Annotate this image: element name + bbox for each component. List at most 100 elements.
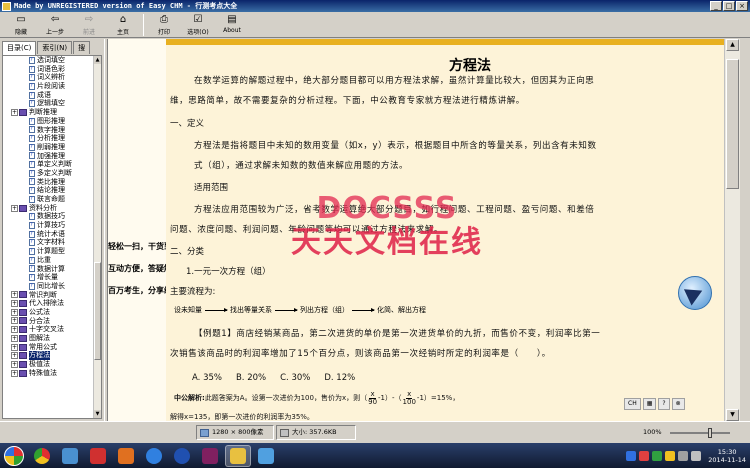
tree-item[interactable]: 削弱推理 bbox=[3, 143, 95, 152]
page-icon bbox=[29, 282, 35, 290]
ime-keyboard-icon[interactable]: ▦ bbox=[642, 398, 657, 410]
tree-item[interactable]: 片段阅读 bbox=[3, 82, 95, 91]
zoom-slider[interactable] bbox=[670, 428, 730, 438]
tree-item[interactable]: 数据技巧 bbox=[3, 212, 95, 221]
tray-icon[interactable] bbox=[626, 450, 637, 461]
expand-icon[interactable]: + bbox=[11, 369, 18, 377]
expand-icon[interactable]: + bbox=[11, 300, 18, 308]
taskbar-chrome[interactable] bbox=[29, 445, 55, 467]
volume-icon[interactable] bbox=[691, 450, 702, 461]
tree-item[interactable]: 计算题型 bbox=[3, 247, 95, 256]
tray-icon[interactable] bbox=[639, 450, 650, 461]
tree-item-label: 数据计算 bbox=[37, 264, 65, 273]
tree-item[interactable]: 选词填空 bbox=[3, 56, 95, 65]
taskbar-bird[interactable] bbox=[57, 445, 83, 467]
flow-step: 设未知量 bbox=[174, 306, 202, 314]
expand-icon[interactable]: + bbox=[11, 352, 18, 360]
tree-item[interactable]: 结论推理 bbox=[3, 186, 95, 195]
network-icon[interactable] bbox=[678, 450, 689, 461]
tab-index[interactable]: 索引(N) bbox=[37, 41, 73, 54]
tree-item[interactable]: 数字推理 bbox=[3, 125, 95, 135]
expand-icon[interactable]: + bbox=[11, 360, 18, 368]
tree-item[interactable]: 词义辨析 bbox=[3, 73, 95, 82]
scroll-down-arrow-icon[interactable]: ▼ bbox=[94, 410, 101, 418]
start-button[interactable] bbox=[0, 443, 28, 468]
scroll-down-arrow-icon[interactable]: ▼ bbox=[726, 409, 739, 421]
contents-tree: 选词填空词语色彩词义辨析片段阅读成语逻辑填空+判断推理图形推理数字推理分析推理削… bbox=[2, 55, 102, 419]
book-icon bbox=[19, 334, 27, 342]
tree-item[interactable]: 计算技巧 bbox=[3, 221, 95, 230]
tree-item[interactable]: 数据计算 bbox=[3, 264, 95, 274]
ime-lang-button[interactable]: CH bbox=[624, 398, 641, 410]
print-button[interactable]: ⎙ 打印 bbox=[147, 12, 181, 38]
back-button[interactable]: ⇦ 上一步 bbox=[38, 12, 72, 38]
expand-icon[interactable]: + bbox=[11, 204, 18, 212]
tree-item[interactable]: + 图解法 bbox=[3, 334, 95, 343]
archive-icon bbox=[202, 447, 218, 464]
tree-item[interactable]: 类比推理 bbox=[3, 177, 95, 187]
tree-item[interactable]: + 十字交叉法 bbox=[3, 325, 95, 334]
floating-bird-icon[interactable] bbox=[678, 276, 712, 310]
taskbar-chm[interactable] bbox=[225, 444, 251, 467]
book-icon bbox=[19, 326, 27, 334]
scroll-up-arrow-icon[interactable]: ▲ bbox=[94, 56, 101, 64]
maximize-button[interactable]: □ bbox=[723, 1, 735, 11]
tree-item[interactable]: 加强推理 bbox=[3, 151, 95, 161]
tree-item[interactable]: 同比增长 bbox=[3, 282, 95, 291]
tree-item-label: 常识判断 bbox=[29, 290, 57, 299]
expand-icon[interactable]: + bbox=[11, 108, 18, 116]
tree-item[interactable]: 逻辑填空 bbox=[3, 99, 95, 108]
taskbar-ie[interactable] bbox=[141, 445, 167, 467]
tab-contents[interactable]: 目录(C) bbox=[2, 41, 37, 55]
ime-options-icon[interactable]: ⊗ bbox=[671, 398, 685, 410]
taskbar-winrar[interactable] bbox=[197, 445, 223, 467]
section-heading: 一、定义 bbox=[170, 119, 205, 129]
options-button[interactable]: ☑ 选项(O) bbox=[181, 12, 215, 38]
tree-item[interactable]: 多定义判断 bbox=[3, 169, 95, 178]
tree-item-label: 图解法 bbox=[29, 334, 50, 342]
expand-icon[interactable]: + bbox=[11, 334, 18, 342]
tab-search[interactable]: 搜 bbox=[73, 41, 91, 54]
tree-item[interactable]: 文字材料 bbox=[3, 238, 95, 247]
tree-item[interactable]: 单定义判断 bbox=[3, 160, 95, 169]
clock[interactable]: 15:30 2014-11-14 bbox=[708, 448, 746, 464]
content-scroll-thumb[interactable] bbox=[726, 59, 739, 189]
home-button[interactable]: ⌂ 主页 bbox=[106, 12, 140, 38]
tree-item[interactable]: + 方程法 bbox=[3, 351, 95, 361]
option-d: D. 12% bbox=[324, 373, 356, 383]
tree-item[interactable]: + 判断推理 bbox=[3, 108, 95, 117]
zoom-slider-knob[interactable] bbox=[708, 428, 712, 438]
expand-icon[interactable]: + bbox=[11, 343, 18, 351]
taskbar-paint[interactable] bbox=[253, 445, 279, 467]
about-button[interactable]: ▤ About bbox=[215, 12, 249, 38]
expand-icon[interactable]: + bbox=[11, 291, 18, 299]
tree-item[interactable]: 联言命题 bbox=[3, 195, 95, 204]
tray-icon[interactable] bbox=[652, 450, 663, 461]
tree-scrollbar[interactable]: ▲ ▼ bbox=[93, 56, 101, 418]
tray-icon[interactable] bbox=[665, 450, 676, 461]
expand-icon[interactable]: + bbox=[11, 317, 18, 325]
tree-item[interactable]: + 极值法 bbox=[3, 360, 95, 369]
content-scrollbar[interactable]: ▲ ▼ bbox=[724, 39, 740, 421]
minimize-button[interactable]: _ bbox=[710, 1, 722, 11]
tree-item[interactable]: + 代入排除法 bbox=[3, 299, 95, 308]
forward-button[interactable]: ⇨ 前进 bbox=[72, 12, 106, 38]
expand-icon[interactable]: + bbox=[11, 326, 18, 334]
tree-item[interactable]: + 公式法 bbox=[3, 308, 95, 317]
tree-item[interactable]: 增长量 bbox=[3, 273, 95, 282]
tree-item[interactable]: + 分合法 bbox=[3, 317, 95, 326]
tree-item[interactable]: 比重 bbox=[3, 256, 95, 265]
taskbar-app[interactable] bbox=[113, 445, 139, 467]
scroll-up-arrow-icon[interactable]: ▲ bbox=[726, 39, 739, 51]
tree-item[interactable]: + 特殊值法 bbox=[3, 369, 95, 378]
hide-button[interactable]: ▭ 隐藏 bbox=[4, 12, 38, 38]
expand-icon[interactable]: + bbox=[11, 308, 18, 316]
taskbar-qq[interactable] bbox=[85, 445, 111, 467]
close-button[interactable]: × bbox=[736, 1, 748, 11]
tree-item[interactable]: + 常识判断 bbox=[3, 291, 95, 300]
taskbar-media[interactable] bbox=[169, 445, 195, 467]
tree-scroll-thumb[interactable] bbox=[94, 262, 101, 360]
tree-item[interactable]: 图形推理 bbox=[3, 117, 95, 126]
tree-item[interactable]: 分析推理 bbox=[3, 134, 95, 143]
ime-help-icon[interactable]: ? bbox=[658, 398, 670, 410]
